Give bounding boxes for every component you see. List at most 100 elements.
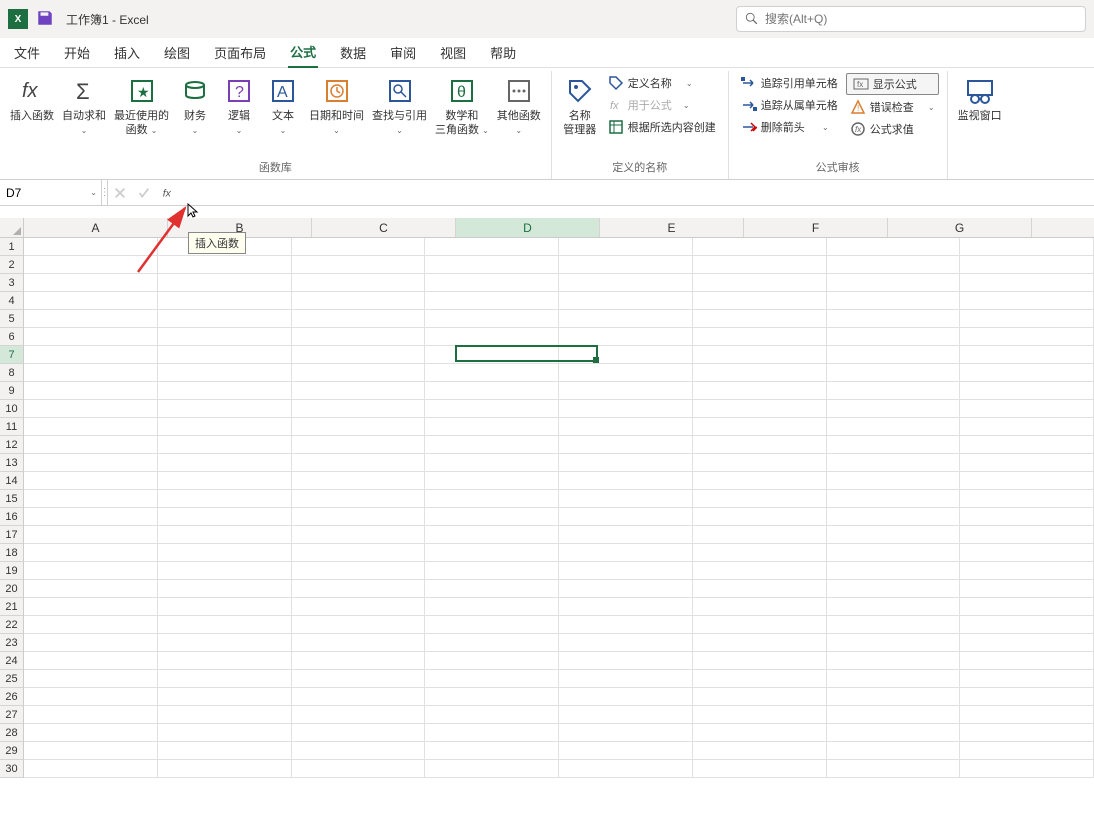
watch-window-button[interactable]: 监视窗口 bbox=[954, 71, 1006, 123]
cell[interactable] bbox=[693, 490, 827, 508]
cell[interactable] bbox=[960, 742, 1094, 760]
define-name-button[interactable]: 定义名称 ⌄ bbox=[604, 73, 720, 93]
cell[interactable] bbox=[559, 346, 693, 364]
col-header-A[interactable]: A bbox=[24, 218, 168, 237]
cell[interactable] bbox=[24, 310, 158, 328]
cell[interactable] bbox=[24, 346, 158, 364]
cell[interactable] bbox=[158, 670, 292, 688]
cell[interactable] bbox=[292, 238, 426, 256]
tab-view[interactable]: 视图 bbox=[438, 38, 468, 67]
col-header-G[interactable]: G bbox=[888, 218, 1032, 237]
cell[interactable] bbox=[158, 310, 292, 328]
cell[interactable] bbox=[425, 598, 559, 616]
cell[interactable] bbox=[827, 364, 961, 382]
cell[interactable] bbox=[425, 472, 559, 490]
cell[interactable] bbox=[559, 292, 693, 310]
cell[interactable] bbox=[827, 760, 961, 778]
cell[interactable] bbox=[292, 256, 426, 274]
cell[interactable] bbox=[559, 724, 693, 742]
cell[interactable] bbox=[425, 616, 559, 634]
cell[interactable] bbox=[24, 526, 158, 544]
cell[interactable] bbox=[960, 436, 1094, 454]
cell[interactable] bbox=[960, 274, 1094, 292]
cell[interactable] bbox=[24, 652, 158, 670]
row-header-12[interactable]: 12 bbox=[0, 436, 24, 454]
cell[interactable] bbox=[693, 742, 827, 760]
cell[interactable] bbox=[292, 616, 426, 634]
cell[interactable] bbox=[960, 526, 1094, 544]
cell[interactable] bbox=[559, 688, 693, 706]
cell[interactable] bbox=[292, 418, 426, 436]
tab-file[interactable]: 文件 bbox=[12, 38, 42, 67]
cell[interactable] bbox=[827, 526, 961, 544]
cell[interactable] bbox=[24, 364, 158, 382]
cell[interactable] bbox=[292, 742, 426, 760]
cell[interactable] bbox=[559, 580, 693, 598]
cell[interactable] bbox=[693, 310, 827, 328]
cell[interactable] bbox=[24, 544, 158, 562]
row-header-21[interactable]: 21 bbox=[0, 598, 24, 616]
cell[interactable] bbox=[693, 526, 827, 544]
cell[interactable] bbox=[425, 544, 559, 562]
trace-dependents-button[interactable]: 追踪从属单元格 bbox=[737, 95, 842, 115]
cell[interactable] bbox=[559, 382, 693, 400]
cell[interactable] bbox=[960, 472, 1094, 490]
cell[interactable] bbox=[960, 490, 1094, 508]
cell[interactable] bbox=[960, 400, 1094, 418]
cell[interactable] bbox=[425, 742, 559, 760]
cell[interactable] bbox=[827, 688, 961, 706]
cell[interactable] bbox=[24, 238, 158, 256]
cell[interactable] bbox=[24, 454, 158, 472]
cell[interactable] bbox=[24, 760, 158, 778]
name-box-input[interactable] bbox=[6, 186, 76, 200]
cell[interactable] bbox=[827, 742, 961, 760]
cell[interactable] bbox=[158, 544, 292, 562]
error-checking-button[interactable]: ! 错误检查 ⌄ bbox=[846, 97, 939, 117]
cell[interactable] bbox=[158, 562, 292, 580]
cell[interactable] bbox=[693, 328, 827, 346]
cell[interactable] bbox=[960, 670, 1094, 688]
cell[interactable] bbox=[425, 274, 559, 292]
cell[interactable] bbox=[425, 508, 559, 526]
cell[interactable] bbox=[693, 616, 827, 634]
cell[interactable] bbox=[292, 760, 426, 778]
enter-formula-button[interactable] bbox=[132, 180, 156, 205]
cell[interactable] bbox=[292, 508, 426, 526]
row-header-6[interactable]: 6 bbox=[0, 328, 24, 346]
name-box-dropdown-icon[interactable]: ⌄ bbox=[90, 188, 97, 197]
show-formulas-button[interactable]: fx 显示公式 bbox=[846, 73, 939, 95]
cell[interactable] bbox=[292, 382, 426, 400]
cell[interactable] bbox=[559, 634, 693, 652]
cell[interactable] bbox=[827, 346, 961, 364]
cell[interactable] bbox=[24, 580, 158, 598]
evaluate-formula-button[interactable]: fx 公式求值 bbox=[846, 119, 939, 139]
cell[interactable] bbox=[158, 598, 292, 616]
cell[interactable] bbox=[158, 688, 292, 706]
cell[interactable] bbox=[158, 346, 292, 364]
row-header-3[interactable]: 3 bbox=[0, 274, 24, 292]
cell[interactable] bbox=[292, 346, 426, 364]
lookup-button[interactable]: 查找与引用⌄ bbox=[368, 71, 431, 138]
cell[interactable] bbox=[24, 328, 158, 346]
name-box[interactable]: ⌄ bbox=[0, 180, 102, 205]
row-header-1[interactable]: 1 bbox=[0, 238, 24, 256]
cell[interactable] bbox=[24, 742, 158, 760]
cell[interactable] bbox=[425, 256, 559, 274]
cell[interactable] bbox=[559, 544, 693, 562]
row-header-25[interactable]: 25 bbox=[0, 670, 24, 688]
cell[interactable] bbox=[158, 418, 292, 436]
cell[interactable] bbox=[827, 544, 961, 562]
cell[interactable] bbox=[827, 670, 961, 688]
cell[interactable] bbox=[158, 382, 292, 400]
cell[interactable] bbox=[158, 634, 292, 652]
datetime-button[interactable]: 日期和时间⌄ bbox=[305, 71, 368, 138]
cell[interactable] bbox=[559, 364, 693, 382]
name-manager-button[interactable]: 名称 管理器 bbox=[558, 71, 602, 137]
row-header-16[interactable]: 16 bbox=[0, 508, 24, 526]
cell[interactable] bbox=[827, 310, 961, 328]
cell[interactable] bbox=[158, 580, 292, 598]
cell[interactable] bbox=[292, 454, 426, 472]
row-header-29[interactable]: 29 bbox=[0, 742, 24, 760]
cell[interactable] bbox=[559, 418, 693, 436]
row-header-24[interactable]: 24 bbox=[0, 652, 24, 670]
